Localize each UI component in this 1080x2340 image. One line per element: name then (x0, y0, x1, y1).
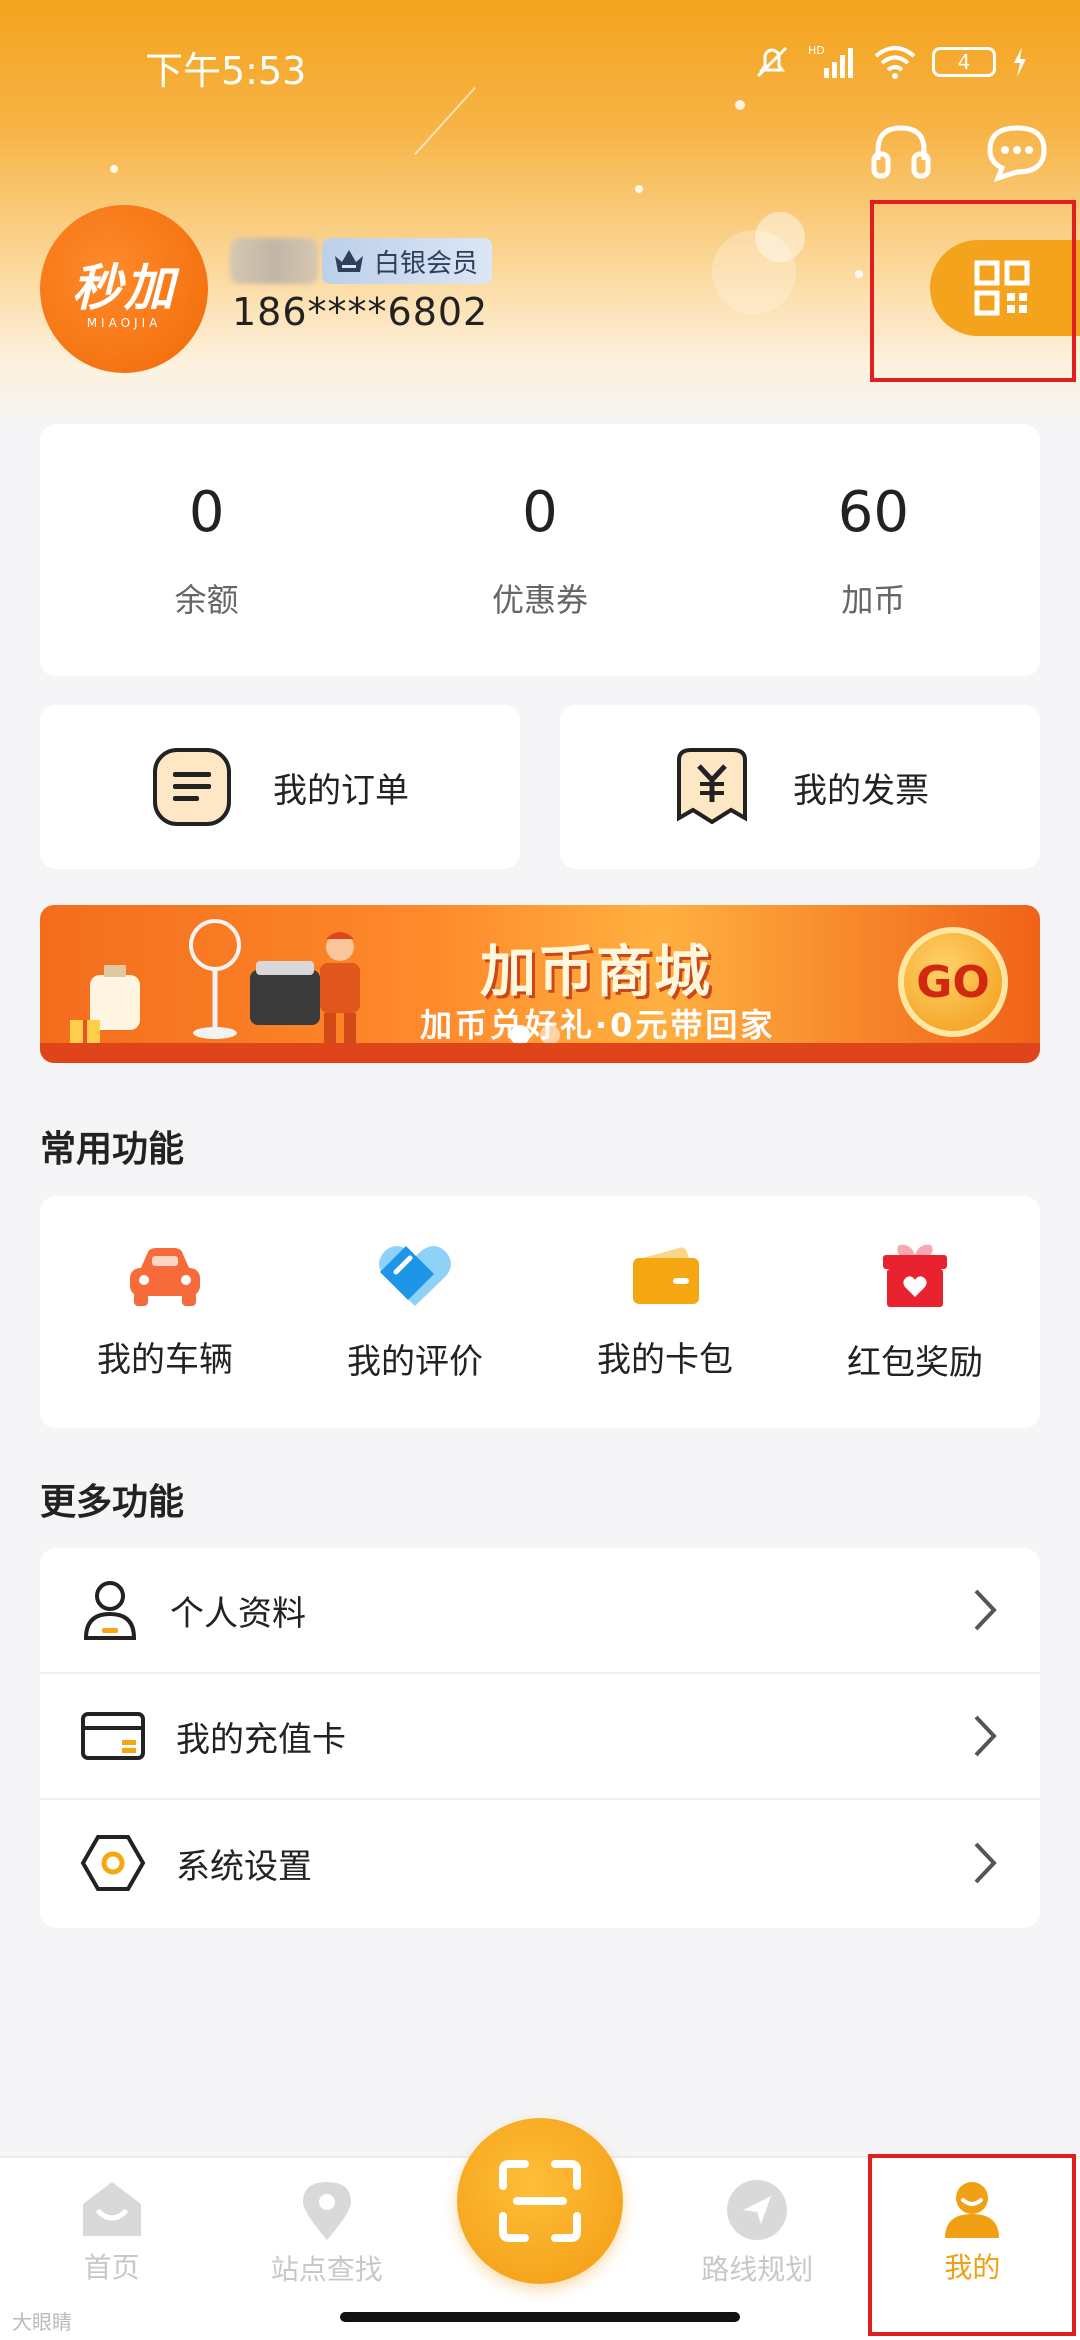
stat-value: 0 (522, 479, 558, 545)
settings-hex-icon (80, 1835, 146, 1891)
banner-title: 加币商城 (480, 940, 712, 1005)
phone-number: 186****6802 (232, 290, 489, 334)
chevron-right-icon (974, 1842, 997, 1884)
location-pin-icon (302, 2182, 351, 2240)
crown-icon (335, 250, 363, 272)
svg-text:HD: HD (808, 44, 825, 57)
banner-mascot-image (320, 932, 360, 1051)
card-icon (81, 1712, 145, 1760)
my-invoices-button[interactable]: 我的发票 (560, 705, 1040, 869)
watermark: 大眼睛 (12, 2310, 72, 2334)
message-icon[interactable] (984, 120, 1050, 186)
avatar-logo-subtext: MIAOJIA (86, 316, 162, 330)
charging-icon (1014, 47, 1026, 77)
navigation-arrow-icon (727, 2180, 788, 2240)
stat-coupons[interactable]: 0 优惠券 (373, 424, 706, 676)
nav-route-label: 路线规划 (701, 2253, 814, 2286)
common-functions-title: 常用功能 (40, 1129, 185, 1170)
nav-mine-highlight-box (868, 2154, 1076, 2336)
home-indicator (340, 2312, 740, 2322)
system-settings-label: 系统设置 (176, 1846, 312, 1887)
top-actions (868, 120, 1050, 186)
chevron-right-icon (974, 1589, 997, 1631)
person-icon (83, 1581, 137, 1640)
banner-strip (40, 1043, 1040, 1063)
mute-icon (756, 46, 788, 78)
wifi-icon (874, 46, 916, 79)
my-orders-label: 我的订单 (273, 770, 409, 811)
invoice-yuan-icon (677, 748, 747, 825)
nav-home-label: 首页 (83, 2251, 140, 2284)
stats-card: 0 余额 0 优惠券 60 加币 (40, 424, 1040, 676)
banner-go-button[interactable]: GO (898, 927, 1008, 1037)
status-icons: HD 4 (752, 42, 1030, 82)
battery-indicator: 4 (932, 47, 996, 77)
heart-tag-icon (379, 1245, 451, 1306)
stat-label: 优惠券 (491, 580, 588, 619)
qr-highlight-box (870, 200, 1076, 382)
banner-dot (510, 1025, 530, 1045)
my-vehicle-label: 我的车辆 (97, 1339, 233, 1380)
member-level-label: 白银会员 (374, 248, 479, 279)
status-time: 下午5:53 (145, 49, 307, 93)
banner-dot (540, 1025, 560, 1045)
red-packet-rewards-label: 红包奖励 (847, 1342, 983, 1383)
chevron-right-icon (974, 1715, 997, 1757)
my-reviews-button[interactable]: 我的评价 (290, 1196, 540, 1428)
my-reviews-label: 我的评价 (347, 1341, 483, 1382)
my-vehicle-button[interactable]: 我的车辆 (40, 1196, 290, 1428)
my-card-wallet-button[interactable]: 我的卡包 (540, 1196, 790, 1428)
stat-label: 加币 (841, 580, 906, 619)
order-list-icon (153, 748, 231, 826)
stat-value: 60 (837, 479, 909, 545)
car-icon (130, 1247, 200, 1306)
gift-icon (883, 1244, 947, 1307)
red-packet-rewards-button[interactable]: 红包奖励 (790, 1196, 1040, 1428)
scan-button[interactable] (457, 2118, 623, 2284)
more-functions-card: 个人资料 我的充值卡 系统设置 (40, 1548, 1040, 1928)
recharge-card-row[interactable]: 我的充值卡 (40, 1674, 1040, 1800)
system-settings-row[interactable]: 系统设置 (40, 1800, 1040, 1926)
signal-icon: HD (808, 44, 853, 78)
my-invoices-label: 我的发票 (793, 770, 929, 811)
customer-service-icon[interactable] (868, 120, 934, 186)
avatar[interactable]: 秒加 MIAOJIA (40, 205, 208, 373)
stat-balance[interactable]: 0 余额 (40, 424, 373, 676)
avatar-logo-text: 秒加 (72, 259, 176, 317)
banner-pagination (510, 1025, 560, 1045)
my-orders-button[interactable]: 我的订单 (40, 705, 520, 869)
common-functions-card: 我的车辆 我的评价 我的卡包 红包奖励 (40, 1196, 1040, 1428)
coin-mall-banner[interactable]: 加币商城 加币兑好礼·0元带回家 GO (40, 905, 1040, 1063)
status-bar: 下午5:53 HD 4 (0, 0, 1080, 120)
my-card-wallet-label: 我的卡包 (597, 1339, 733, 1380)
personal-info-row[interactable]: 个人资料 (40, 1548, 1040, 1674)
scan-icon (499, 2160, 581, 2242)
username-blurred (230, 238, 318, 284)
home-icon (82, 2182, 141, 2236)
stat-value: 0 (188, 479, 225, 545)
wallet-icon (633, 1247, 699, 1304)
banner-subtitle: 加币兑好礼·0元带回家 (420, 1006, 776, 1044)
member-level-badge[interactable]: 白银会员 (322, 238, 493, 284)
more-functions-title: 更多功能 (40, 1482, 185, 1523)
nav-stations-label: 站点查找 (270, 2253, 383, 2286)
personal-info-label: 个人资料 (170, 1593, 306, 1634)
recharge-card-label: 我的充值卡 (176, 1719, 346, 1760)
stat-label: 余额 (174, 580, 239, 619)
stat-coins[interactable]: 60 加币 (707, 424, 1040, 676)
